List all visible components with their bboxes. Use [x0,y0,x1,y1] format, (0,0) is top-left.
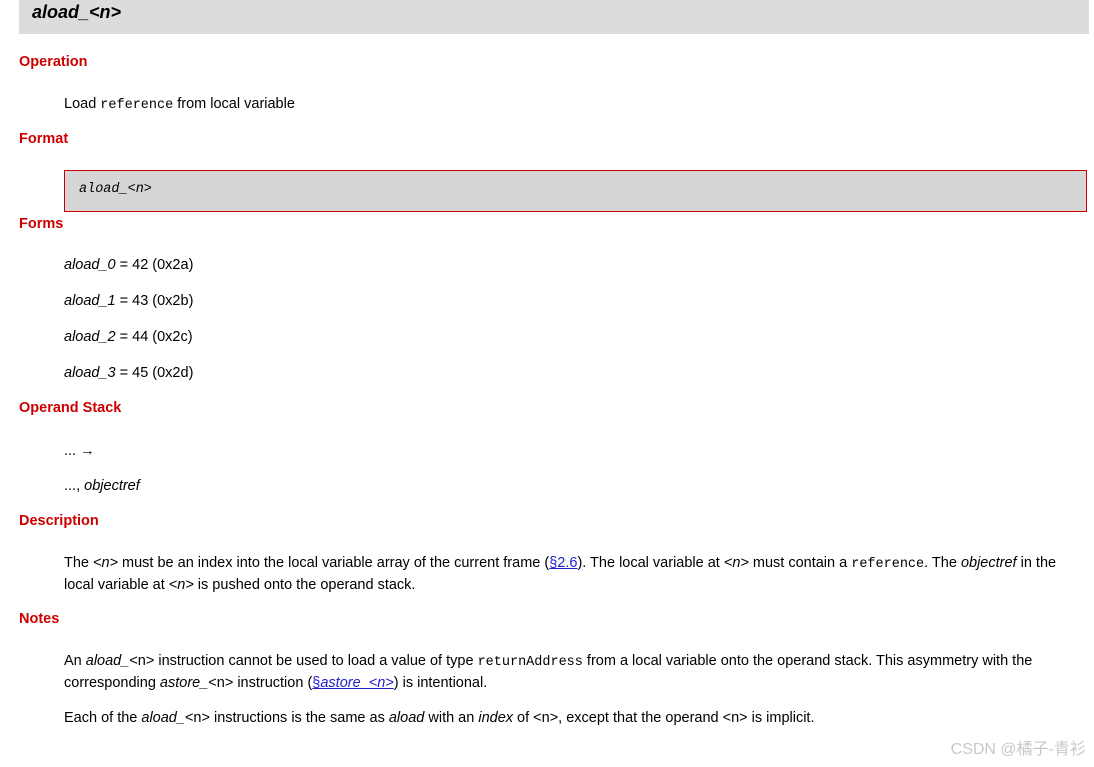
form-item: aload_0 = 42 (0x2a) [64,257,194,273]
form-item: aload_1 = 43 (0x2b) [64,293,194,309]
page-title: aload_<n> [32,2,122,22]
format-heading: Format [19,131,69,147]
section-2-6-link[interactable]: §2.6 [549,555,577,571]
operation-text: Load reference from local variable [64,96,295,113]
form-item: aload_2 = 44 (0x2c) [64,329,193,345]
form-item: aload_3 = 45 (0x2d) [64,365,194,381]
format-box: aload_<n> [64,170,1087,212]
astore-link[interactable]: §astore_<n> [312,675,393,691]
operand-stack-before: ... → [64,443,95,459]
format-text: aload_<n> [79,182,152,197]
notes-heading: Notes [19,611,60,627]
operand-stack-after: ..., objectref [64,478,140,494]
notes-paragraph-1: An aload_<n> instruction cannot be used … [64,653,1033,691]
operand-stack-heading: Operand Stack [19,400,122,416]
notes-paragraph-2: Each of the aload_<n> instructions is th… [64,710,815,726]
description-heading: Description [19,513,99,529]
watermark: CSDN @橘子-青衫 [950,741,1086,758]
forms-heading: Forms [19,216,64,232]
operation-heading: Operation [19,54,88,70]
description-text: The <n> must be an index into the local … [64,555,1057,593]
title-bar: aload_<n> [19,0,1089,34]
